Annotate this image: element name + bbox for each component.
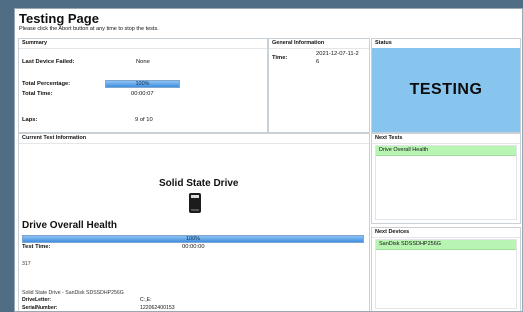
time-label: Time: [272,55,288,61]
page-subtitle: Please click the Abort button at any tim… [19,26,159,32]
summary-panel: Summary Last Device Failed: None Total P… [18,38,268,133]
serial-label: SerialNumber: [22,305,58,311]
total-percentage-value: 100% [135,81,150,87]
laps-value: 9 of 10 [135,117,153,123]
next-tests-panel: Next Tests Drive Overall Health [371,133,521,224]
current-test-header: Current Test Information [19,134,369,144]
test-counter: 317 [22,261,31,267]
status-panel: Status TESTING [371,38,521,133]
total-percentage-label: Total Percentage: [22,81,71,87]
laps-label: Laps: [22,117,38,123]
time-value-line2: 6 [316,59,320,65]
drive-letter-value: C:,E: [140,297,152,303]
status-box: TESTING [372,48,520,132]
total-time-label: Total Time: [22,91,53,97]
next-devices-list[interactable]: SanDisk SDSSDHP256G [375,239,517,309]
next-test-item[interactable]: Drive Overall Health [376,146,516,156]
total-time-value: 00:00:07 [131,91,154,97]
drive-letter-label: DriveLetter: [22,297,52,303]
total-percentage-bar: 100% [105,80,180,88]
general-info-panel: General Information Time: 2021-12-07-11-… [268,38,370,133]
time-value-line1: 2021-12-07-11-2 [316,51,359,57]
page-title: Testing Page [19,11,99,26]
ssd-icon [189,193,201,213]
test-progress-bar: 100% [22,235,364,243]
testing-window: Testing Page Please click the Abort butt… [14,8,523,312]
test-progress-value: 100% [185,236,201,242]
summary-header: Summary [19,39,267,49]
general-info-header: General Information [269,39,369,49]
test-time-value: 00:00:00 [182,244,205,250]
status-text: TESTING [409,81,483,98]
serial-value: 122062400153 [140,305,175,311]
device-type-title: Solid State Drive [159,178,239,189]
last-device-failed-value: None [136,59,150,65]
test-name: Drive Overall Health [22,220,118,231]
next-tests-list[interactable]: Drive Overall Health [375,145,517,220]
next-device-item[interactable]: SanDisk SDSSDHP256G [376,240,516,250]
test-time-label: Test Time: [22,244,51,250]
current-test-panel: Current Test Information Solid State Dri… [18,133,370,311]
last-device-failed-label: Last Device Failed: [22,59,75,65]
next-tests-header: Next Tests [372,134,520,144]
device-description: Solid State Drive - SanDisk SDSSDHP256G [22,290,124,296]
next-devices-header: Next Devices [372,228,520,238]
next-devices-panel: Next Devices SanDisk SDSSDHP256G [371,227,521,311]
